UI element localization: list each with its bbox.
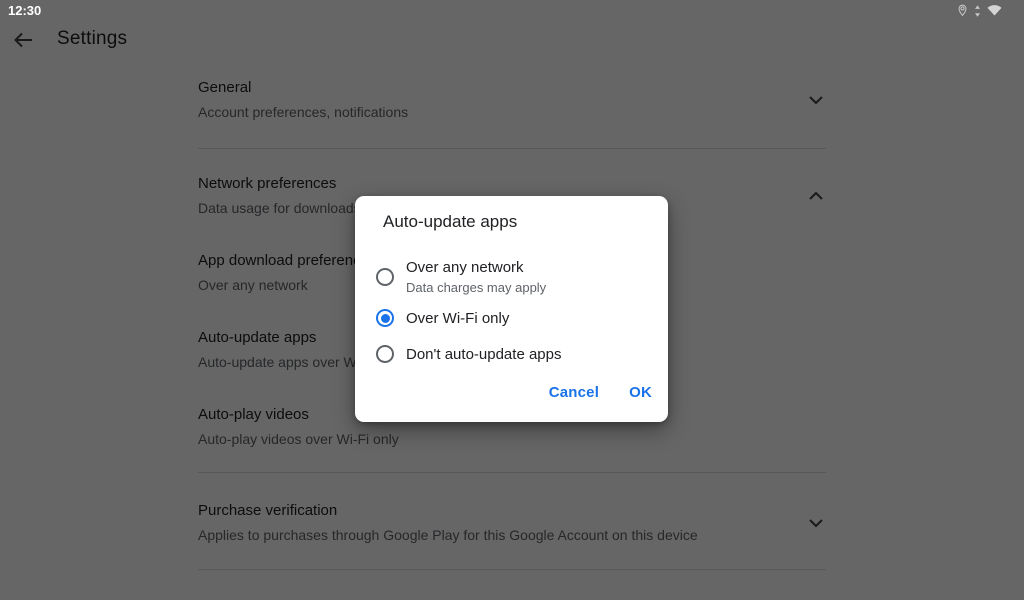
- network-activity-icon: [975, 4, 980, 17]
- radio-button-selected-icon[interactable]: [376, 309, 394, 327]
- radio-button-icon[interactable]: [376, 345, 394, 363]
- option-dont-auto-update[interactable]: Don't auto-update apps: [376, 342, 656, 366]
- option-over-any-network[interactable]: Over any network Data charges may apply: [376, 253, 656, 301]
- radio-button-icon[interactable]: [376, 268, 394, 286]
- status-bar: 12:30: [0, 0, 1024, 20]
- play-store-settings-screen: Settings General Account preferences, no…: [0, 0, 1024, 600]
- dialog-actions: Cancel OK: [549, 384, 652, 401]
- option-label: Over any network: [406, 259, 524, 276]
- status-icons: [957, 4, 1002, 17]
- dialog-title: Auto-update apps: [383, 212, 518, 231]
- option-label: Don't auto-update apps: [406, 345, 562, 363]
- ok-button[interactable]: OK: [629, 384, 652, 401]
- option-label: Over Wi-Fi only: [406, 309, 510, 327]
- location-icon: [958, 4, 967, 17]
- auto-update-apps-dialog: Auto-update apps Over any network Data c…: [355, 196, 668, 422]
- wifi-icon: [987, 5, 1002, 16]
- option-over-wifi-only[interactable]: Over Wi-Fi only: [376, 306, 656, 330]
- clock: 12:30: [8, 3, 42, 18]
- option-sublabel: Data charges may apply: [406, 280, 547, 295]
- cancel-button[interactable]: Cancel: [549, 384, 599, 401]
